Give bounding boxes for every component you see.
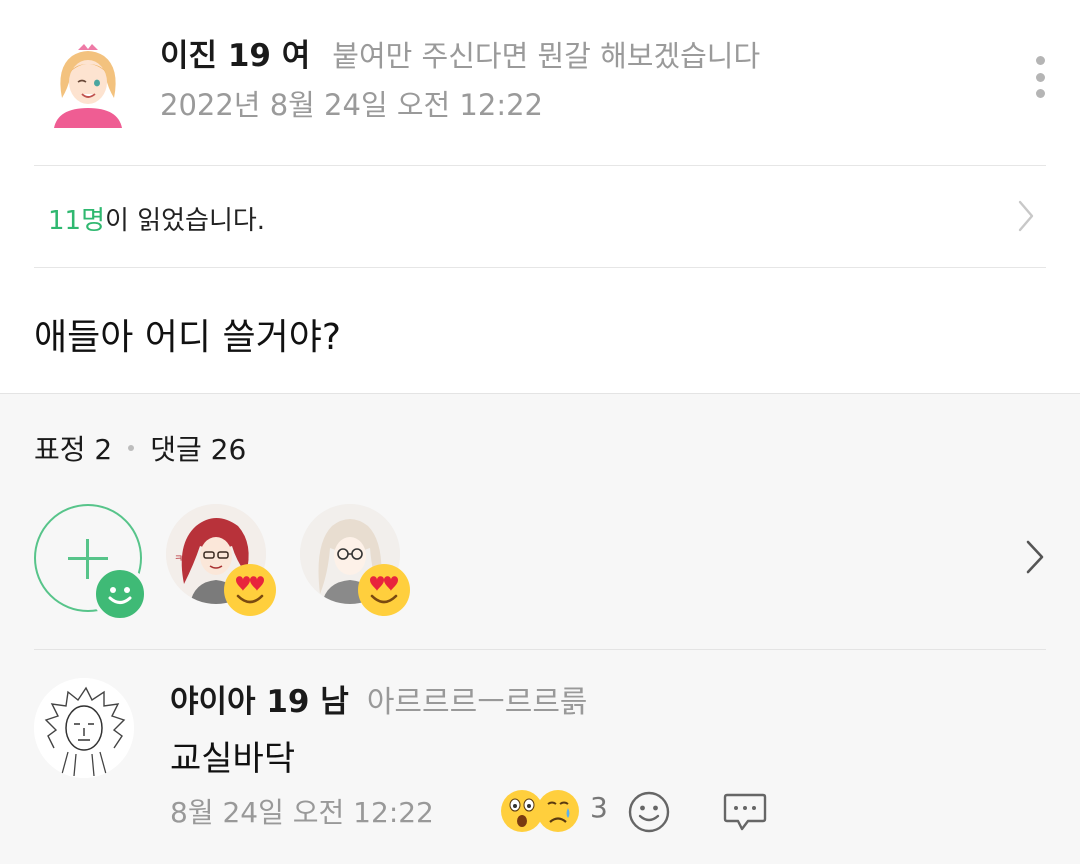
divider bbox=[34, 267, 1046, 268]
commenter-avatar[interactable] bbox=[34, 678, 134, 778]
author-status-message: 붙여만 주신다면 뭔갈 해보겠습니다 bbox=[332, 39, 761, 73]
read-suffix: 이 읽었습니다. bbox=[105, 206, 266, 236]
heart-eyes-emoji bbox=[224, 564, 276, 616]
surprised-emoji bbox=[501, 790, 543, 832]
author-avatar[interactable] bbox=[48, 38, 128, 128]
comment-reactions[interactable] bbox=[498, 788, 582, 834]
reaction-item[interactable]: ㅋ bbox=[166, 504, 276, 616]
svg-text:ㅋ: ㅋ bbox=[174, 554, 183, 565]
chevron-right-icon bbox=[1018, 200, 1034, 232]
divider bbox=[34, 649, 1046, 650]
heart-eyes-emoji bbox=[358, 564, 410, 616]
crying-emoji bbox=[537, 790, 579, 832]
separator-dot bbox=[128, 445, 135, 451]
chevron-right-icon[interactable] bbox=[1024, 538, 1046, 576]
comment-reaction-count: 3 bbox=[590, 791, 608, 824]
author-name[interactable]: 이진 19 여 bbox=[160, 30, 310, 75]
post-body: 애들아 어디 쓸거야? bbox=[34, 317, 341, 358]
feedback-section: 표정 2 댓글 26 ㅋ 야이아 19 남 아르르르ㅡ르르륽 교실바닥 8월 2… bbox=[0, 393, 1080, 864]
reaction-item[interactable] bbox=[300, 504, 410, 616]
post-header: 이진 19 여 붙여만 주신다면 뭔갈 해보겠습니다 2022년 8월 24일 … bbox=[0, 0, 1080, 166]
comment-time: 8월 24일 오전 12:22 bbox=[170, 796, 434, 829]
comments-count[interactable]: 댓글 26 bbox=[150, 428, 246, 468]
comment-text: 교실바닥 bbox=[170, 739, 296, 779]
read-count-row[interactable]: 11명이 읽었습니다. bbox=[0, 166, 1080, 268]
smile-icon bbox=[92, 566, 148, 622]
reply-comment-icon[interactable] bbox=[722, 790, 768, 834]
add-emoji-icon[interactable] bbox=[627, 790, 671, 834]
comment-author-status: 아르르르ㅡ르르륽 bbox=[366, 685, 588, 720]
comment-author-name[interactable]: 야이아 19 남 bbox=[170, 676, 349, 721]
read-count: 11명 bbox=[48, 206, 106, 236]
reactions-count[interactable]: 표정 2 bbox=[34, 428, 112, 468]
more-options-icon[interactable] bbox=[1028, 56, 1052, 98]
post-date: 2022년 8월 24일 오전 12:22 bbox=[160, 88, 544, 122]
read-count-text: 11명이 읽었습니다. bbox=[48, 200, 265, 237]
feedback-counts: 표정 2 댓글 26 bbox=[34, 428, 246, 468]
